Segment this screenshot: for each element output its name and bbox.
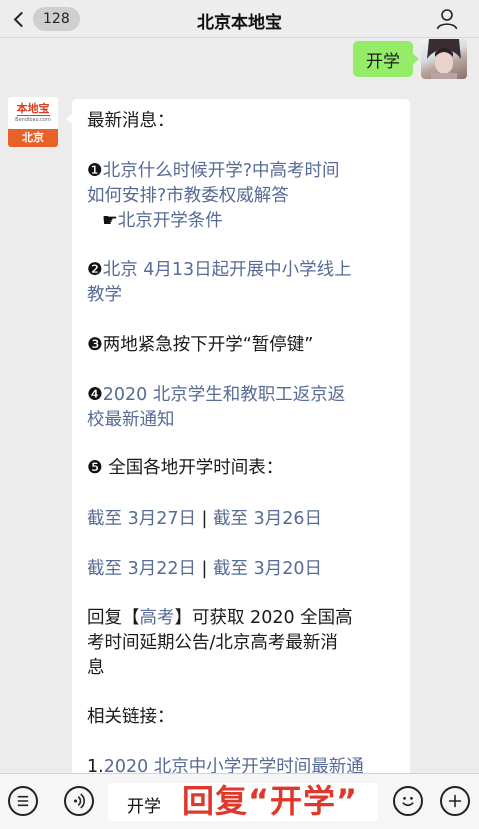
my-avatar[interactable] (421, 39, 467, 79)
news-item-2-link[interactable]: 北京 4月13日起开展中小学线上 (103, 260, 352, 280)
news-item-5-text: 全国各地开学时间表： (102, 458, 284, 478)
bendibao-logo: 本地宝 Bendibao.com (8, 97, 58, 129)
news-item-4-cont[interactable]: 校最新通知 (87, 408, 397, 433)
official-account-avatar[interactable]: 本地宝 Bendibao.com 北京 (8, 97, 58, 147)
reply-hint-line-2: 考时间延期公告/北京高考最新消 (87, 633, 338, 653)
reply-hint-line-3: 息 (87, 658, 105, 678)
news-item-2[interactable]: ❷北京 4月13日起开展中小学线上 (87, 258, 397, 283)
logo-city: 北京 (8, 129, 58, 147)
related-item-number: 1. (87, 757, 104, 773)
news-item-1-cont[interactable]: 如何安排?市教委权威解答 (87, 184, 397, 209)
profile-icon[interactable] (435, 7, 459, 31)
related-links-heading: 相关链接： (87, 707, 175, 727)
chat-area[interactable]: 开学 本地宝 Bendibao.com 北京 最新消息： ❶北京什么时候开学?中… (0, 39, 479, 773)
incoming-message-bubble: 最新消息： ❶北京什么时候开学?中高考时间 如何安排?市教委权威解答 ☛北京开学… (66, 99, 412, 773)
logo-url: Bendibao.com (15, 117, 51, 123)
news-item-4[interactable]: ❹2020 北京学生和教职工返京返 (87, 383, 397, 408)
news-item-1-link-cont[interactable]: 如何安排?市教委权威解答 (87, 186, 289, 206)
news-item-2-link-cont[interactable]: 教学 (87, 285, 122, 305)
news-item-1[interactable]: ❶北京什么时候开学?中高考时间 (87, 159, 397, 184)
date-link-0322[interactable]: 截至 3月22日 (87, 559, 196, 579)
voice-icon[interactable] (64, 786, 94, 816)
reply-prefix: 回复【 (87, 608, 140, 628)
related-item-1-link[interactable]: 2020 北京中小学开学时间最新通 (104, 757, 364, 773)
date-link-0320[interactable]: 截至 3月20日 (213, 559, 322, 579)
reply-suffix: 】可获取 2020 全国高 (174, 608, 353, 628)
reply-instruction-overlay: 回复“开学” (182, 782, 359, 820)
emoji-icon[interactable] (393, 786, 423, 816)
logo-text: 本地宝 (16, 102, 50, 116)
date-separator: | (195, 559, 213, 579)
number-5-icon: ❺ (87, 458, 103, 478)
reply-hint-line-1: 回复【高考】可获取 2020 全国高 (87, 606, 397, 631)
date-link-0327[interactable]: 截至 3月27日 (87, 509, 196, 529)
outgoing-message-text: 开学 (366, 52, 400, 72)
news-item-4-link-cont[interactable]: 校最新通知 (87, 410, 175, 430)
kaixue-conditions-link[interactable]: 北京开学条件 (118, 211, 223, 231)
pointing-hand-icon: ☛ (102, 211, 118, 231)
reply-keyword-link[interactable]: 高考 (140, 608, 175, 628)
news-item-3: ❸两地紧急按下开学“暂停键” (87, 333, 397, 358)
news-item-4-link[interactable]: 2020 北京学生和教职工返京返 (103, 385, 346, 405)
number-3-icon: ❸ (87, 335, 103, 355)
message-heading: 最新消息： (87, 111, 175, 131)
avatar-image (427, 39, 461, 79)
news-item-5: ❺ 全国各地开学时间表： (87, 456, 397, 481)
date-link-0326[interactable]: 截至 3月26日 (213, 509, 322, 529)
message-input-value: 开学 (127, 797, 161, 817)
number-1-icon: ❶ (87, 161, 103, 181)
number-2-icon: ❷ (87, 260, 103, 280)
news-item-3-text: 两地紧急按下开学“暂停键” (102, 335, 314, 355)
dates-row-1: 截至 3月27日 | 截至 3月26日 (87, 507, 397, 532)
date-separator: | (195, 509, 213, 529)
number-4-icon: ❹ (87, 385, 103, 405)
outgoing-message-bubble[interactable]: 开学 (353, 41, 419, 77)
chat-title: 北京本地宝 (197, 13, 282, 33)
news-item-1-sub[interactable]: ☛北京开学条件 (102, 209, 412, 234)
news-item-2-cont[interactable]: 教学 (87, 283, 397, 308)
related-item-1[interactable]: 1.2020 北京中小学开学时间最新通 (87, 755, 397, 773)
news-item-1-link[interactable]: 北京什么时候开学?中高考时间 (103, 161, 340, 181)
plus-icon[interactable] (440, 786, 470, 816)
chat-header: 128 北京本地宝 (0, 0, 479, 38)
menu-list-icon[interactable] (8, 786, 38, 816)
dates-row-2: 截至 3月22日 | 截至 3月20日 (87, 557, 397, 582)
